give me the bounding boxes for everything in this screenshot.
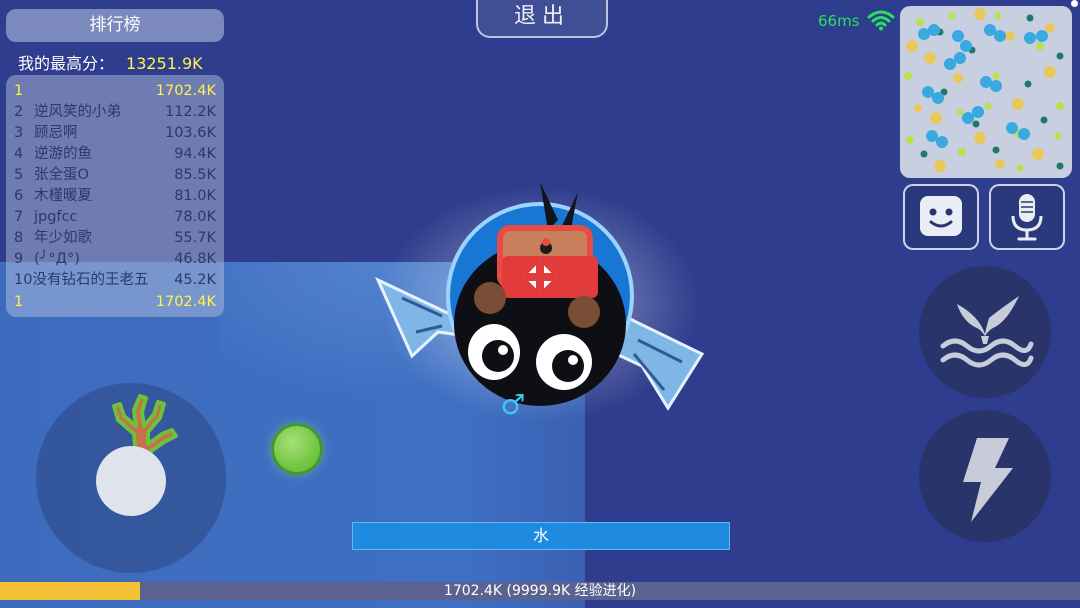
- row-rank: 4: [14, 146, 24, 162]
- leaderboard-row: 8 年少如歌 55.7K: [14, 228, 216, 248]
- row-name: 逆游的鱼: [34, 146, 92, 162]
- leaderboard-row: 7 jpgfcc 78.0K: [14, 207, 216, 227]
- row-name: 张全蛋O: [34, 167, 89, 183]
- food-bubble: [274, 426, 320, 472]
- whale-tail-icon: [940, 296, 1034, 368]
- row-name: 逆风笑的小弟: [34, 104, 121, 120]
- row-rank: 3: [14, 125, 24, 141]
- exit-button[interactable]: 退出: [476, 0, 608, 38]
- leaderboard-row: 4 逆游的鱼 94.4K: [14, 144, 216, 164]
- row-score: 103.6K: [164, 125, 216, 141]
- row-rank: 1: [14, 83, 24, 99]
- row-score: 78.0K: [174, 209, 216, 225]
- minimap-dots: [904, 8, 1064, 172]
- row-score: 94.4K: [174, 146, 216, 162]
- gender-male-icon: ♂: [500, 388, 526, 421]
- row-rank: 1: [14, 294, 24, 310]
- row-rank: 7: [14, 209, 24, 225]
- row-score: 45.2K: [174, 272, 216, 288]
- row-score: 81.0K: [174, 188, 216, 204]
- leaderboard-row: 9 (╯°Д°) 46.8K: [14, 249, 216, 269]
- row-name: (╯°Д°): [34, 251, 80, 267]
- row-name-text: 没有钻石的王老五: [32, 272, 149, 288]
- best-score: 我的最高分： 13251.9K: [18, 50, 228, 73]
- wifi-icon: [867, 10, 895, 31]
- leaderboard-row: 2 逆风笑的小弟 112.2K: [14, 102, 216, 122]
- leaderboard-row: 5 张全蛋O 85.5K: [14, 165, 216, 185]
- leaderboard-row: 6 木槿暖夏 81.0K: [14, 186, 216, 206]
- leaderboard-row: 10 10没有钻石的王老五 45.2K: [14, 270, 216, 290]
- emoji-icon: [920, 196, 962, 236]
- leaderboard-row: 1 1702.4K: [14, 81, 216, 101]
- row-score: 46.8K: [174, 251, 216, 267]
- indicator-dot: [1071, 0, 1078, 7]
- row-score: 85.5K: [174, 167, 216, 183]
- joystick-knob[interactable]: [96, 446, 166, 516]
- leaderboard-row: 3 顾忌啊 103.6K: [14, 123, 216, 143]
- zone-label: 水: [352, 522, 730, 550]
- row-rank: 2: [14, 104, 24, 120]
- boost-button[interactable]: [919, 410, 1051, 542]
- row-name: jpgfcc: [34, 209, 78, 225]
- row-rank: 8: [14, 230, 24, 246]
- emoji-button[interactable]: [903, 184, 979, 250]
- row-rank: 5: [14, 167, 24, 183]
- ping-text: 66ms: [818, 12, 860, 30]
- row-score: 55.7K: [174, 230, 216, 246]
- row-score: 1702.4K: [155, 83, 216, 99]
- player-creature: [374, 182, 705, 422]
- row-name: 木槿暖夏: [34, 188, 92, 204]
- best-score-label: 我的最高分：: [18, 54, 115, 73]
- minimap[interactable]: [900, 6, 1072, 178]
- lightning-icon: [963, 438, 1013, 522]
- xp-bar: 1702.4K (9999.9K 经验进化): [0, 582, 1080, 600]
- row-rank: 9: [14, 251, 24, 267]
- voice-button[interactable]: [989, 184, 1065, 250]
- row-name: 顾忌啊: [34, 125, 78, 141]
- xp-text: 1702.4K (9999.9K 经验进化): [443, 583, 637, 599]
- my-rank-row: 1 1702.4K: [14, 292, 216, 312]
- dive-button[interactable]: [919, 266, 1051, 398]
- microphone-icon: [1011, 194, 1043, 241]
- row-name: 10没有钻石的王老五: [14, 270, 148, 290]
- best-score-value: 13251.9K: [126, 54, 203, 73]
- leaderboard-title: 排行榜: [6, 9, 224, 42]
- row-score: 112.2K: [164, 104, 216, 120]
- row-score: 1702.4K: [155, 294, 216, 310]
- row-name: 年少如歌: [34, 230, 92, 246]
- leaderboard-list: 1 1702.4K 2 逆风笑的小弟 112.2K 3 顾忌啊 103.6K 4…: [6, 75, 224, 317]
- row-rank: 6: [14, 188, 24, 204]
